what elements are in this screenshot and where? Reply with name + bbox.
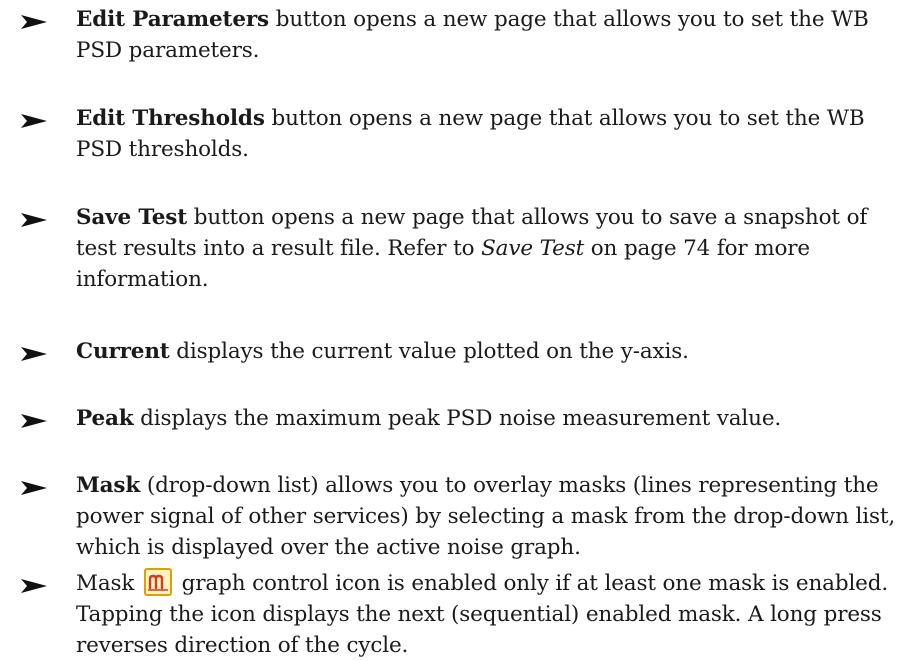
peak-term: Peak (76, 406, 134, 431)
bullet-item-edit-thresholds: Edit Thresholds button opens a new page … (20, 103, 876, 165)
bullet-item-peak: Peak displays the maximum peak PSD noise… (20, 403, 896, 434)
mask-graph-control-icon (143, 568, 172, 596)
bullet-arrow-icon (21, 414, 47, 428)
current-term: Current (76, 339, 170, 364)
bullet-arrow-icon (21, 481, 47, 495)
edit-parameters-term: Edit Parameters (76, 7, 270, 32)
bullet-item-mask-dropdown: Mask (drop-down list) allows you to over… (20, 470, 896, 563)
bullet-arrow-icon (21, 213, 47, 227)
bullet-item-edit-parameters: Edit Parameters button opens a new page … (20, 4, 876, 66)
mask-icon-label: Mask (76, 571, 135, 596)
bullet-arrow-icon (21, 347, 47, 361)
mask-term: Mask (76, 473, 141, 498)
mask-description: (drop-down list) allows you to overlay m… (76, 473, 896, 560)
bullet-item-mask-icon: Mask graph control icon is enabled only … (20, 568, 896, 661)
bullet-item-save-test: Save Test button opens a new page that a… (20, 202, 896, 295)
current-description: displays the current value plotted on th… (169, 339, 689, 364)
peak-description: displays the maximum peak PSD noise meas… (133, 406, 782, 431)
mask-icon-description: graph control icon is enabled only if at… (76, 571, 889, 658)
save-test-term: Save Test (76, 205, 188, 230)
save-test-cross-reference[interactable]: Save Test (481, 236, 584, 261)
bullet-arrow-icon (21, 15, 47, 29)
bullet-arrow-icon (21, 579, 47, 593)
bullet-item-current: Current displays the current value plott… (20, 336, 896, 367)
bullet-arrow-icon (21, 114, 47, 128)
edit-thresholds-term: Edit Thresholds (76, 106, 265, 131)
